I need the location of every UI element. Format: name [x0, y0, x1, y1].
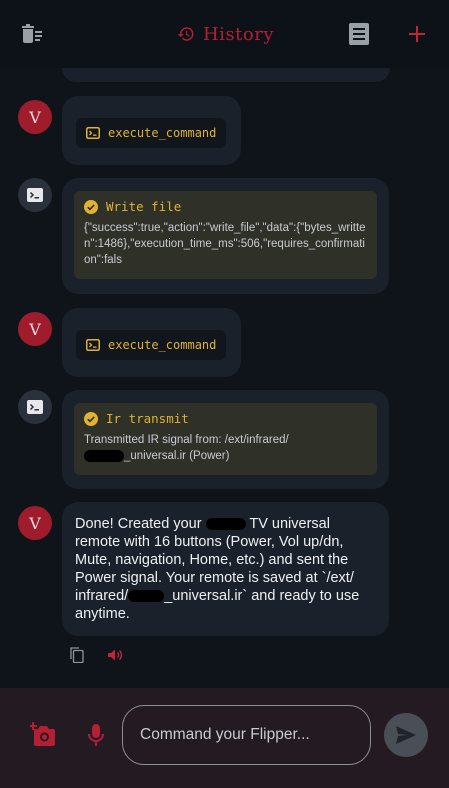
- message-line: Done! Created your TV universal: [75, 516, 330, 532]
- result-line-text: _universal.ir (Power): [124, 450, 230, 462]
- result-title: Ir transmit: [106, 411, 189, 426]
- new-chat-button[interactable]: [403, 20, 431, 48]
- check-circle-icon: [84, 411, 98, 426]
- page-title: History: [202, 23, 275, 45]
- check-circle-icon: [84, 199, 98, 214]
- previous-message-bubble: [62, 68, 390, 82]
- add-icon: [408, 26, 425, 42]
- avatar: V: [18, 506, 52, 540]
- message-line: infrared/_universal.ir` and ready to use: [75, 588, 360, 604]
- command-input[interactable]: Command your Flipper...: [122, 705, 371, 765]
- camera-button[interactable]: [30, 721, 58, 749]
- result-card: Ir transmit Transmitted IR signal from: …: [74, 403, 377, 475]
- assistant-message-text: Done! Created your TV universal remote w…: [75, 515, 389, 623]
- result-body: {"success":true,"action":"write_file","d…: [84, 222, 366, 266]
- redaction: [84, 449, 124, 462]
- history-icon: [177, 27, 194, 41]
- message-bubble: execute_command: [62, 308, 241, 377]
- clear-history-button[interactable]: [18, 20, 46, 48]
- avatar: V: [18, 312, 52, 346]
- send-button[interactable]: [384, 713, 428, 757]
- message-bubble: Ir transmit Transmitted IR signal from: …: [62, 390, 389, 489]
- terminal-icon: [86, 339, 100, 351]
- command-name: execute_command: [108, 126, 217, 140]
- header-title[interactable]: History: [177, 24, 274, 45]
- microphone-icon: [88, 724, 104, 746]
- result-card: Write file {"success":true,"action":"wri…: [74, 191, 377, 279]
- add-photo-icon: [30, 722, 55, 746]
- message-line: remote with 16 buttons (Power, Vol up/dn…: [75, 534, 344, 550]
- result-line: Transmitted IR signal from: /ext/infrare…: [84, 434, 289, 446]
- redaction: [128, 590, 165, 603]
- microphone-button[interactable]: [82, 721, 110, 749]
- redaction: [205, 518, 246, 531]
- terminal-icon: [27, 400, 43, 414]
- command-input-placeholder: Command your Flipper...: [140, 726, 310, 743]
- result-title: Write file: [106, 199, 182, 214]
- result-line-2: _universal.ir (Power): [84, 448, 367, 464]
- message-bubble: Write file {"success":true,"action":"wri…: [62, 178, 389, 294]
- message-line: Mute, navigation, Home, etc.) and sent t…: [75, 552, 349, 568]
- message-line: anytime.: [75, 606, 130, 622]
- terminal-icon: [27, 188, 43, 202]
- terminal-icon: [86, 127, 100, 139]
- transcript-button[interactable]: [345, 20, 373, 48]
- transcript-icon: [348, 23, 369, 45]
- message-bubble: Done! Created your TV universal remote w…: [62, 502, 389, 636]
- speaker-icon: [108, 649, 123, 661]
- chat-list[interactable]: V execute_command Write file {"success":…: [0, 68, 449, 688]
- command-name: execute_command: [108, 338, 217, 352]
- top-bar: History: [0, 0, 449, 68]
- tool-avatar: [18, 178, 52, 212]
- tool-avatar: [18, 390, 52, 424]
- copy-icon: [70, 647, 84, 663]
- composer-bar: Command your Flipper...: [0, 688, 449, 788]
- copy-button[interactable]: [68, 646, 86, 664]
- command-chip[interactable]: execute_command: [76, 330, 227, 360]
- result-header: Ir transmit: [84, 411, 367, 426]
- result-body: Transmitted IR signal from: /ext/infrare…: [84, 432, 367, 464]
- avatar: V: [18, 100, 52, 134]
- message-line: Power signal. Your remote is saved at `/…: [75, 570, 354, 586]
- send-icon: [396, 726, 416, 744]
- message-actions: [68, 646, 124, 664]
- command-chip[interactable]: execute_command: [76, 118, 227, 148]
- clear-history-icon: [22, 24, 42, 43]
- result-header: Write file: [84, 199, 367, 214]
- message-bubble: execute_command: [62, 96, 241, 165]
- speak-button[interactable]: [106, 646, 124, 664]
